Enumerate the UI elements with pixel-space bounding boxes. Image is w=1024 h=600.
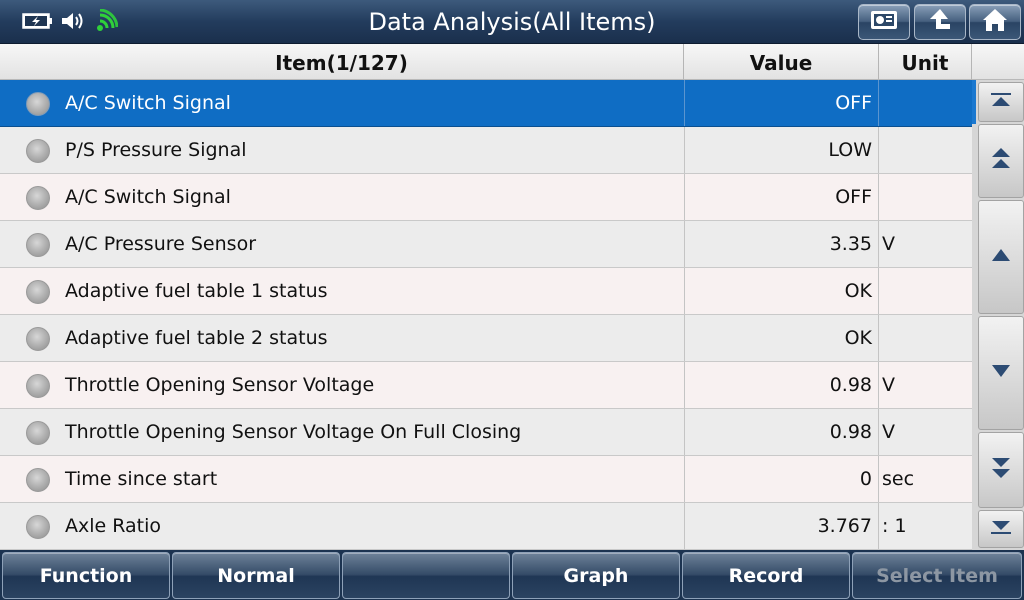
normal-button[interactable]: Normal (172, 552, 340, 599)
table-row[interactable]: Throttle Opening Sensor Voltage On Full … (0, 409, 972, 456)
snapshot-button[interactable] (858, 4, 910, 40)
radio-button[interactable] (26, 421, 50, 445)
table-row[interactable]: P/S Pressure Signal LOW (0, 127, 972, 174)
item-value: 3.767 (684, 503, 879, 549)
table-row[interactable]: A/C Switch Signal OFF (0, 80, 972, 127)
item-value: OK (684, 268, 879, 314)
item-value: OK (684, 315, 879, 361)
scroll-to-top-button[interactable] (978, 82, 1024, 122)
page-down-icon (990, 455, 1012, 485)
item-name: A/C Pressure Sensor (65, 233, 257, 255)
item-name: Time since start (65, 468, 218, 490)
item-name: Throttle Opening Sensor Voltage On Full … (65, 421, 522, 443)
column-header-unit: Unit (879, 44, 972, 80)
item-value: 0.98 (684, 409, 879, 455)
empty-button[interactable] (342, 552, 510, 599)
table-row[interactable]: Adaptive fuel table 1 status OK (0, 268, 972, 315)
radio-button[interactable] (26, 280, 50, 304)
table-row[interactable]: A/C Pressure Sensor 3.35 V (0, 221, 972, 268)
column-header-spacer (972, 44, 1024, 80)
table-row[interactable]: Throttle Opening Sensor Voltage 0.98 V (0, 362, 972, 409)
title-bar: Data Analysis(All Items) (0, 0, 1024, 44)
item-value: OFF (684, 80, 879, 126)
back-button[interactable] (914, 4, 966, 40)
home-icon (981, 7, 1009, 37)
item-value: 0 (684, 456, 879, 502)
item-unit: V (882, 421, 895, 443)
table-header: Item(1/127) Value Unit (0, 44, 1024, 80)
radio-button[interactable] (26, 374, 50, 398)
function-bar: Function Normal Graph Record Select Item (0, 550, 1024, 600)
item-name: A/C Switch Signal (65, 186, 231, 208)
item-value: LOW (684, 127, 879, 173)
record-button[interactable]: Record (682, 552, 850, 599)
item-value: 3.35 (684, 221, 879, 267)
column-header-item: Item(1/127) (0, 44, 684, 80)
table-row[interactable]: Axle Ratio 3.767 : 1 (0, 503, 972, 550)
data-stream-list: A/C Switch Signal OFF P/S Pressure Signa… (0, 80, 972, 550)
item-name: P/S Pressure Signal (65, 139, 247, 161)
graph-button[interactable]: Graph (512, 552, 680, 599)
radio-button[interactable] (26, 186, 50, 210)
scroll-down-button[interactable] (978, 316, 1024, 430)
table-row[interactable]: Adaptive fuel table 2 status OK (0, 315, 972, 362)
function-button[interactable]: Function (2, 552, 170, 599)
scrollbar-thumb[interactable] (972, 80, 976, 124)
item-unit: V (882, 374, 895, 396)
item-name: A/C Switch Signal (65, 92, 231, 114)
scroll-down-icon (990, 363, 1012, 383)
table-row[interactable]: A/C Switch Signal OFF (0, 174, 972, 221)
table-row[interactable]: Time since start 0 sec (0, 456, 972, 503)
select-item-button[interactable]: Select Item (852, 552, 1022, 599)
radio-button[interactable] (26, 92, 50, 116)
page-up-icon (990, 146, 1012, 176)
item-unit (880, 80, 972, 126)
radio-button[interactable] (26, 515, 50, 539)
item-value: 0.98 (684, 362, 879, 408)
page-up-button[interactable] (978, 124, 1024, 198)
item-unit: : 1 (882, 515, 907, 537)
scroll-bottom-icon (990, 519, 1012, 539)
item-name: Throttle Opening Sensor Voltage (65, 374, 375, 396)
item-unit: sec (882, 468, 915, 490)
item-name: Adaptive fuel table 1 status (65, 280, 328, 302)
radio-button[interactable] (26, 139, 50, 163)
item-unit (880, 174, 972, 220)
radio-button[interactable] (26, 468, 50, 492)
scroll-to-bottom-button[interactable] (978, 510, 1024, 548)
item-unit (880, 127, 972, 173)
scroll-up-button[interactable] (978, 200, 1024, 314)
scroll-up-icon (990, 247, 1012, 267)
item-value: OFF (684, 174, 879, 220)
radio-button[interactable] (26, 233, 50, 257)
item-name: Adaptive fuel table 2 status (65, 327, 328, 349)
back-icon (926, 7, 954, 37)
column-header-value: Value (684, 44, 879, 80)
page-down-button[interactable] (978, 432, 1024, 508)
snapshot-icon (869, 8, 899, 36)
item-name: Axle Ratio (65, 515, 162, 537)
item-unit: V (882, 233, 895, 255)
scroll-top-icon (990, 92, 1012, 112)
radio-button[interactable] (26, 327, 50, 351)
item-unit (880, 268, 972, 314)
home-button[interactable] (969, 4, 1021, 40)
item-unit (880, 315, 972, 361)
